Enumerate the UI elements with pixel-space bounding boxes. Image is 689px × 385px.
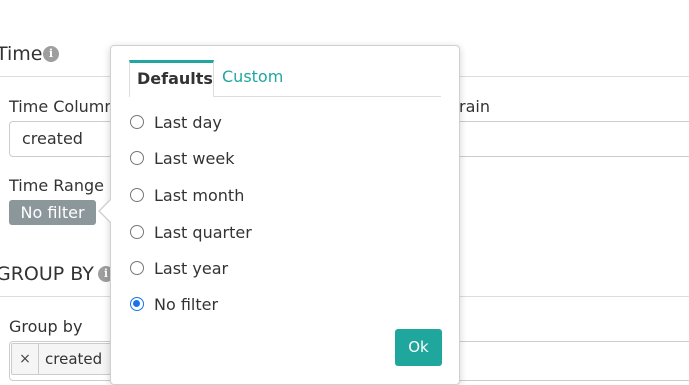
radio-label: Last week — [154, 148, 235, 168]
info-icon[interactable]: i — [43, 46, 59, 62]
radio-button[interactable] — [130, 188, 144, 202]
time-grain-label: rain — [459, 97, 490, 116]
radio-option-last-day[interactable]: Last day — [130, 110, 222, 134]
time-range-label: Time Range — [9, 176, 104, 195]
radio-button[interactable] — [130, 115, 144, 129]
radio-button[interactable] — [130, 225, 144, 239]
group-by-tag: × created — [11, 343, 112, 375]
radio-option-last-quarter[interactable]: Last quarter — [130, 220, 252, 244]
group-by-section-title: GROUP BY — [0, 263, 94, 285]
radio-option-last-year[interactable]: Last year — [130, 256, 228, 280]
radio-option-no-filter[interactable]: No filter — [130, 292, 218, 316]
time-grain-select[interactable] — [420, 121, 689, 157]
time-column-value: created — [22, 129, 83, 148]
radio-label: No filter — [154, 294, 219, 314]
popover-arrow-fill — [100, 200, 111, 222]
close-icon[interactable]: × — [12, 344, 39, 374]
radio-option-last-month[interactable]: Last month — [130, 183, 244, 207]
time-column-label: Time Column — [9, 97, 115, 116]
radio-label: Last quarter — [154, 222, 252, 242]
radio-button[interactable] — [130, 151, 144, 165]
tab-custom[interactable]: Custom — [215, 60, 290, 97]
group-by-label: Group by — [9, 317, 83, 336]
radio-button[interactable] — [130, 261, 144, 275]
tag-label: created — [45, 350, 103, 368]
ok-button[interactable]: Ok — [395, 329, 442, 366]
time-section-title: Time — [0, 43, 43, 65]
time-range-badge[interactable]: No filter — [9, 200, 96, 225]
tab-defaults[interactable]: Defaults — [129, 60, 214, 97]
time-range-popover: Defaults Custom Last day Last week Last … — [110, 45, 460, 385]
radio-label: Last month — [154, 185, 245, 205]
radio-label: Last year — [154, 258, 229, 278]
radio-label: Last day — [154, 112, 222, 132]
radio-button[interactable] — [130, 297, 144, 311]
radio-option-last-week[interactable]: Last week — [130, 146, 234, 170]
